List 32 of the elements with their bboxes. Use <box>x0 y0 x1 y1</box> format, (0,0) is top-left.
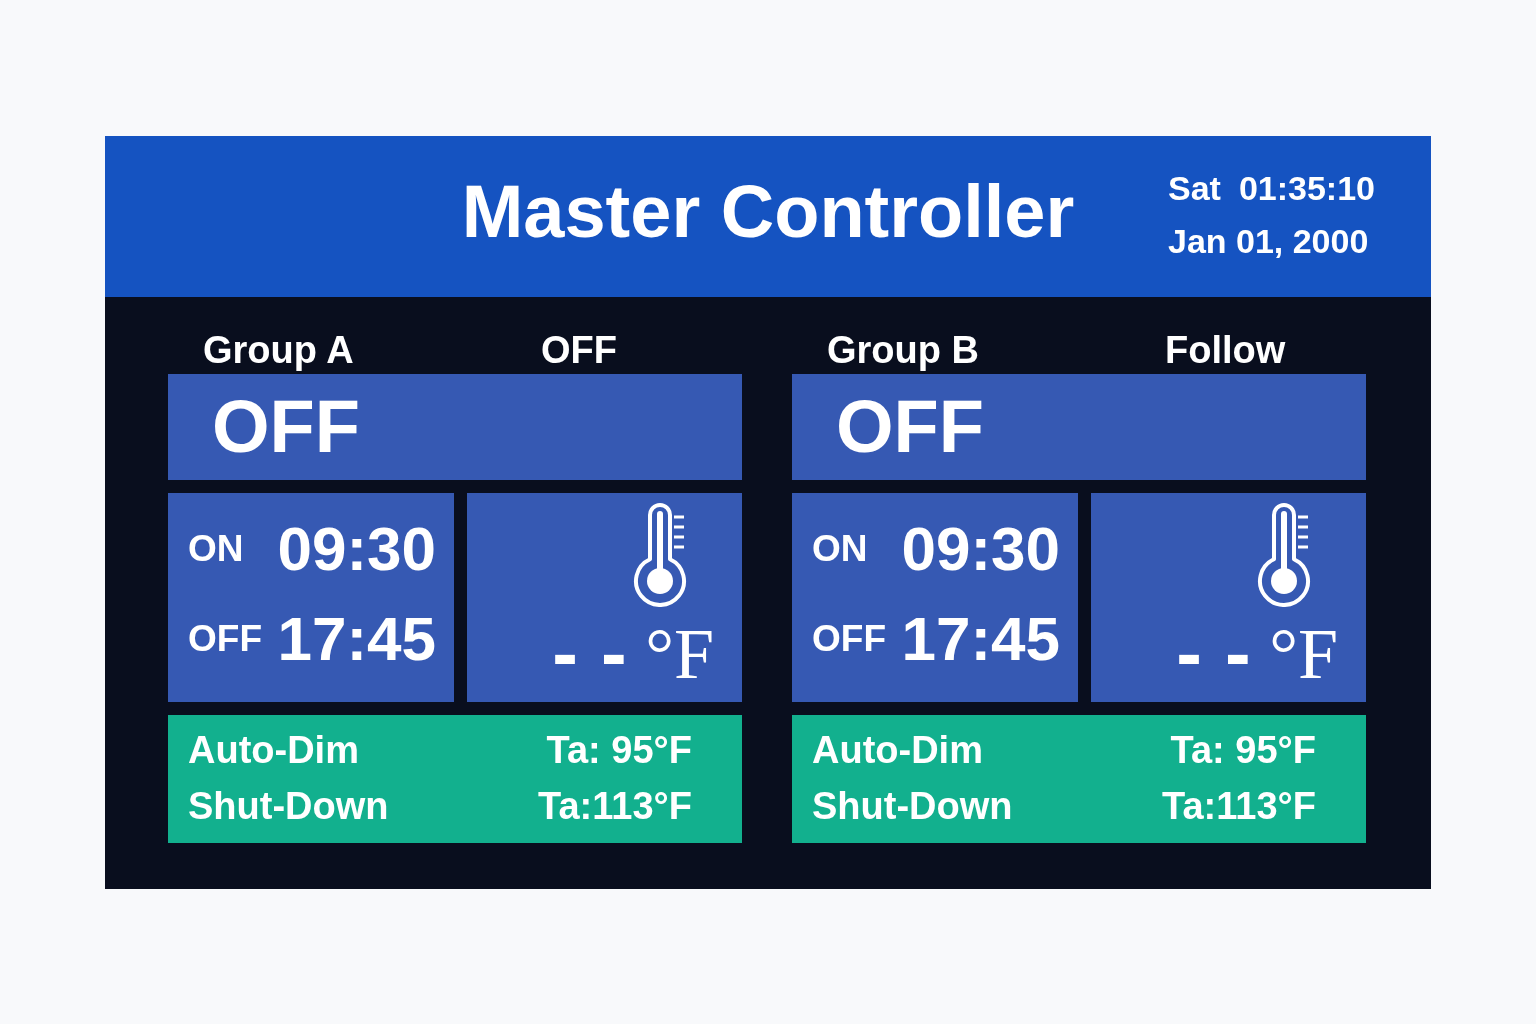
threshold-label: Shut-Down <box>188 785 389 828</box>
temperature-reading: - - <box>551 623 628 688</box>
schedule-time: 17:45 <box>276 603 436 674</box>
status-text: OFF <box>212 389 360 464</box>
schedule-label: ON <box>188 527 245 570</box>
temperature-reading: - - <box>1175 623 1252 688</box>
schedule-time: 09:30 <box>276 513 436 584</box>
threshold-value: Ta:113°F <box>537 785 692 828</box>
schedule-label: OFF <box>188 617 262 660</box>
schedule-time: 09:30 <box>900 513 1060 584</box>
temperature-unit: °F <box>1269 617 1338 690</box>
schedule-label: OFF <box>812 617 886 660</box>
group-mode: Follow <box>1165 328 1287 372</box>
threshold-value: Ta:113°F <box>1161 785 1316 828</box>
weekday-text: Sat <box>1167 168 1221 209</box>
status-text: OFF <box>836 389 984 464</box>
clock-time: 01:35:10 <box>1238 168 1375 209</box>
screen-title: Master Controller <box>461 169 1075 253</box>
group-name: Group A <box>203 328 355 372</box>
threshold-label: Auto-Dim <box>188 729 360 772</box>
group-mode: OFF <box>541 328 618 372</box>
schedule-time: 17:45 <box>900 603 1060 674</box>
thermometer-icon <box>632 502 688 607</box>
group-name: Group B <box>827 328 980 372</box>
threshold-value: Ta: 95°F <box>1169 729 1316 772</box>
temperature-unit: °F <box>645 617 714 690</box>
threshold-label: Auto-Dim <box>812 729 984 772</box>
schedule-label: ON <box>812 527 869 570</box>
threshold-label: Shut-Down <box>812 785 1013 828</box>
date-text: Jan 01, 2000 <box>1167 221 1369 262</box>
thermometer-icon <box>1256 502 1312 607</box>
threshold-value: Ta: 95°F <box>545 729 692 772</box>
